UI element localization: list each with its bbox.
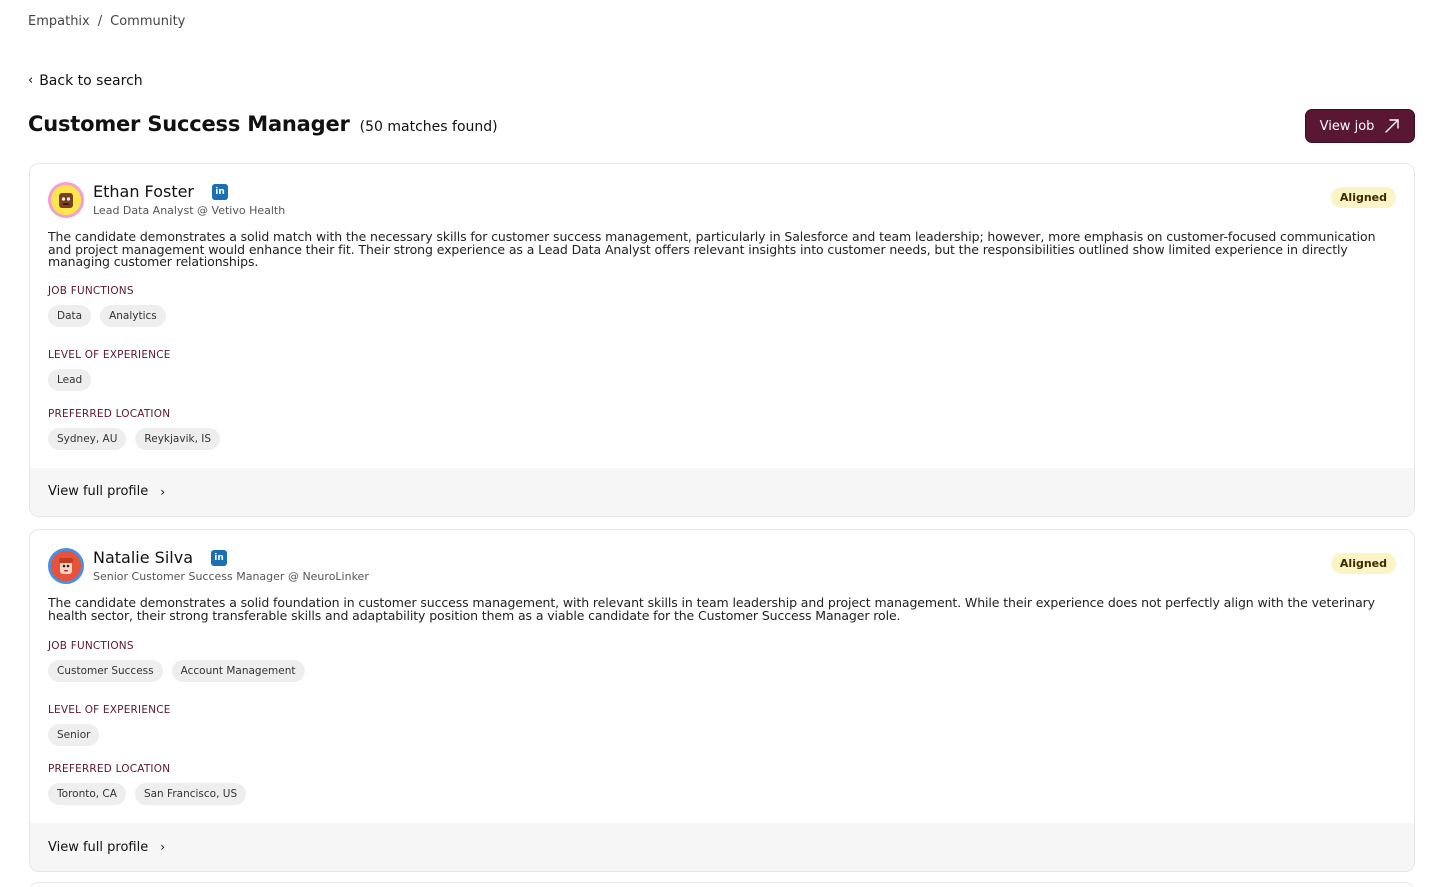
chip: Sydney, AU	[48, 427, 127, 450]
chip: Reykjavik, IS	[135, 427, 221, 450]
candidate-summary: The candidate demonstrates a solid match…	[48, 229, 1376, 269]
title-row: Customer Success Manager (50 matches fou…	[28, 112, 498, 136]
status-badge: Aligned	[1330, 553, 1396, 574]
candidate-summary: The candidate demonstrates a solid found…	[48, 595, 1375, 623]
view-job-button[interactable]: View job	[1305, 109, 1415, 143]
level-chips: Senior	[48, 724, 1396, 746]
job-functions-label: JOB FUNCTIONS	[48, 640, 134, 652]
back-to-search-link[interactable]: ‹ Back to search	[28, 73, 143, 89]
job-functions-label: JOB FUNCTIONS	[48, 284, 134, 297]
avatar	[48, 182, 84, 218]
chip: Account Management	[171, 660, 305, 682]
status-badge: Aligned	[1330, 187, 1396, 208]
candidate-role: Lead Data Analyst @ Vetivo Health	[93, 204, 286, 217]
breadcrumb-separator: /	[97, 14, 103, 29]
page-title: Customer Success Manager	[28, 112, 350, 136]
chevron-right-icon: ›	[160, 484, 166, 499]
job-functions-chips: Customer Success Account Management	[48, 660, 1396, 682]
breadcrumb-item-empathix[interactable]: Empathix	[28, 14, 90, 30]
view-full-profile-link[interactable]: View full profile ›	[30, 823, 1414, 871]
candidate-name[interactable]: Natalie Silva	[93, 548, 193, 568]
chip: Toronto, CA	[48, 783, 126, 805]
view-full-profile-label: View full profile	[48, 484, 149, 499]
matches-count: (50 matches found)	[359, 119, 498, 135]
location-chips: Toronto, CA San Francisco, US	[48, 783, 1396, 805]
candidate-role: Senior Customer Success Manager @ NeuroL…	[93, 570, 369, 583]
level-of-experience-label: LEVEL OF EXPERIENCE	[48, 704, 171, 716]
view-full-profile-link[interactable]: View full profile ›	[30, 467, 1414, 516]
chip: San Francisco, US	[134, 783, 247, 805]
candidate-name[interactable]: Ethan Foster	[93, 182, 194, 202]
avatar	[48, 548, 84, 584]
chip: Lead	[48, 368, 92, 391]
job-functions-chips: Data Analytics	[48, 304, 1396, 327]
candidate-card: Ethan Foster in Lead Data Analyst @ Veti…	[29, 163, 1415, 517]
linkedin-icon[interactable]: in	[212, 184, 229, 200]
arrow-up-right-icon	[1385, 119, 1400, 133]
view-job-label: View job	[1319, 118, 1375, 134]
level-chips: Lead	[48, 368, 1396, 391]
chevron-right-icon: ›	[160, 840, 166, 854]
chevron-left-icon: ‹	[28, 73, 34, 88]
chip: Customer Success	[48, 660, 163, 682]
breadcrumb: Empathix / Community	[28, 14, 185, 30]
avatar-illustration	[59, 558, 73, 574]
candidate-card	[29, 882, 1415, 887]
chip: Analytics	[100, 304, 166, 327]
breadcrumb-item-community[interactable]: Community	[110, 14, 185, 30]
chip: Data	[48, 304, 92, 327]
location-chips: Sydney, AU Reykjavik, IS	[48, 427, 1396, 450]
chip: Senior	[48, 724, 100, 746]
avatar-illustration	[59, 193, 73, 208]
preferred-location-label: PREFERRED LOCATION	[48, 763, 171, 775]
linkedin-icon[interactable]: in	[211, 550, 227, 566]
level-of-experience-label: LEVEL OF EXPERIENCE	[48, 348, 171, 361]
candidate-card: Natalie Silva in Senior Customer Success…	[29, 529, 1415, 872]
preferred-location-label: PREFERRED LOCATION	[48, 407, 171, 420]
back-to-search-label: Back to search	[39, 73, 143, 89]
view-full-profile-label: View full profile	[48, 839, 149, 855]
